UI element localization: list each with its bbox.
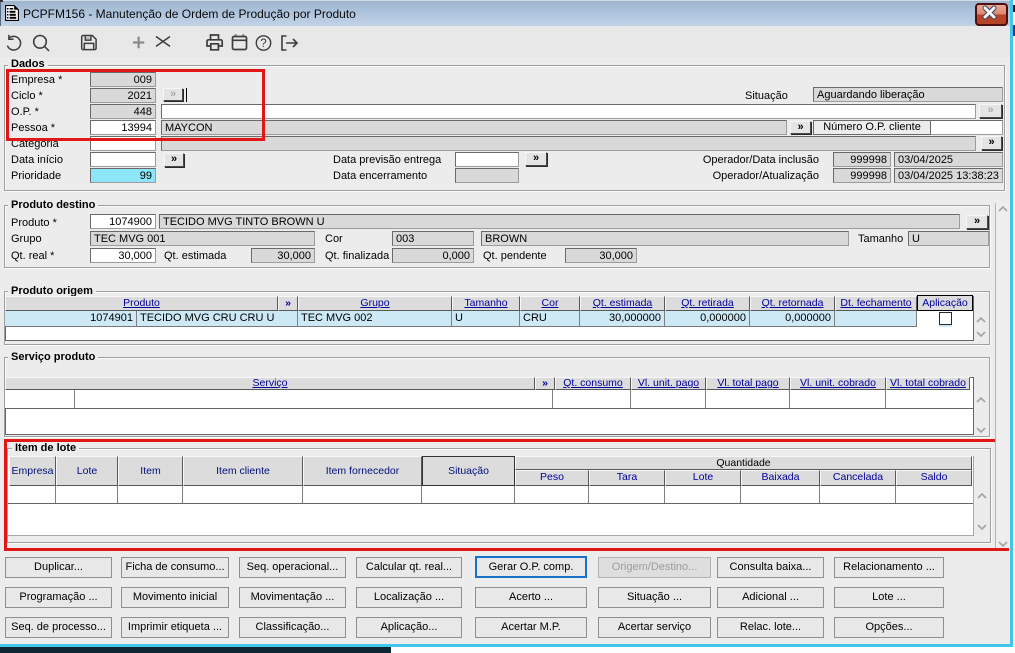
svg-text:?: ? (260, 38, 266, 50)
